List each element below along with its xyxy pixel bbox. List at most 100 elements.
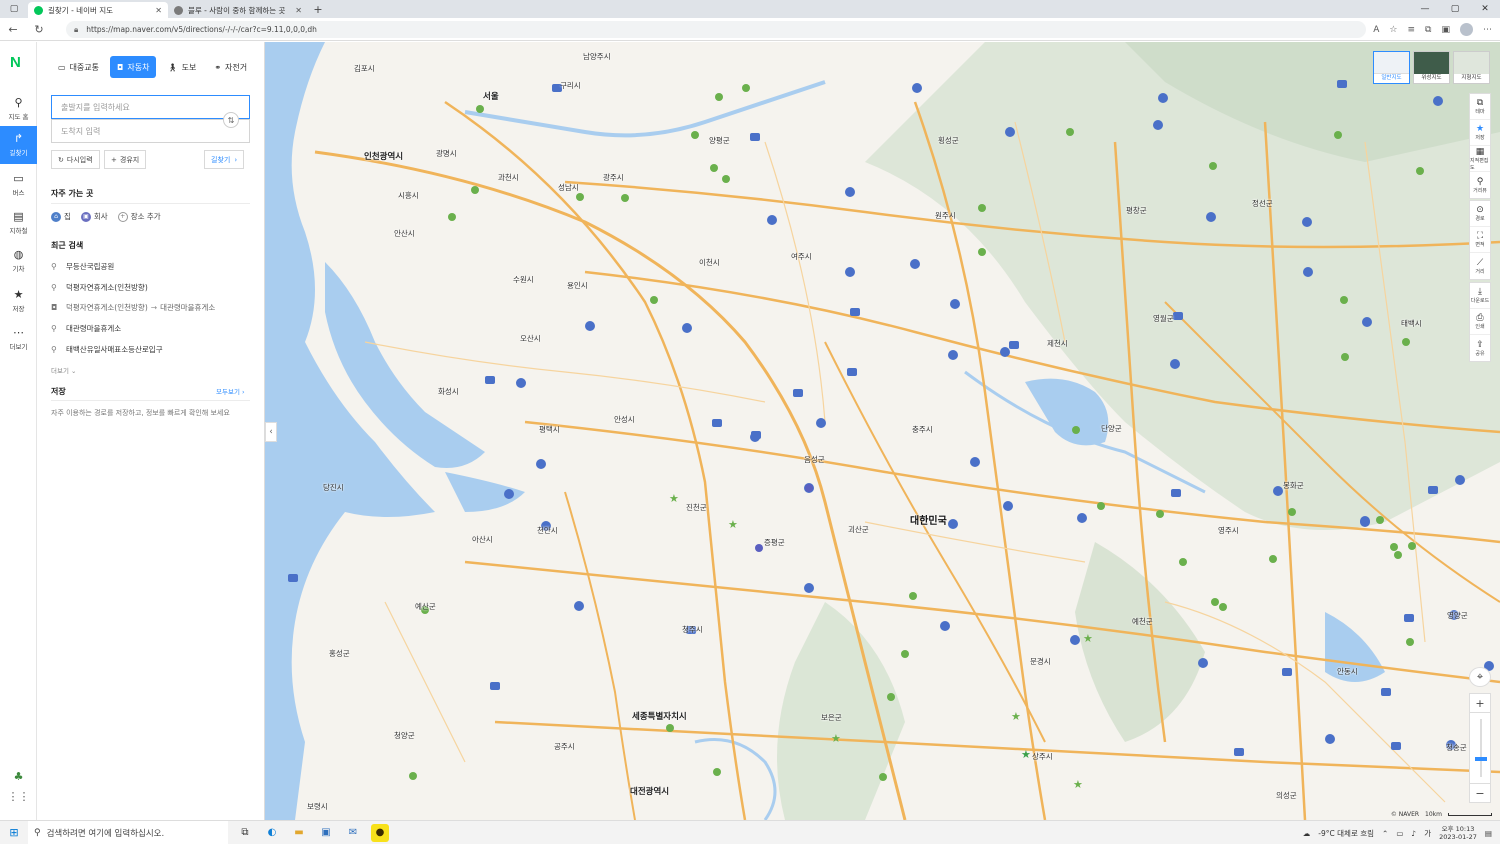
recent-item[interactable]: ⚲ 덕평자연휴게소(인천방향) xyxy=(51,282,148,293)
store-icon[interactable]: ▣ xyxy=(317,824,335,842)
browser-tab-blue[interactable]: 블루 - 사람이 중하 함께하는 곳 ✕ xyxy=(168,2,308,18)
file-explorer-icon[interactable]: ▬ xyxy=(290,824,308,842)
saved-view-all-link[interactable]: 모두보기 › xyxy=(216,386,245,396)
current-location-button[interactable]: ⌖ xyxy=(1469,667,1491,687)
frequent-work[interactable]: ▣ 회사 xyxy=(80,211,108,222)
destination-input[interactable]: 도착지 입력 xyxy=(51,119,250,143)
map-label-dangjin: 당진시 xyxy=(323,483,344,492)
favorites-icon[interactable]: ≡ xyxy=(1408,25,1416,35)
mail-icon[interactable]: ✉ xyxy=(344,824,362,842)
profile-avatar[interactable] xyxy=(1460,23,1473,36)
scale-label: 10km xyxy=(1425,811,1442,818)
tree-icon[interactable]: ♣ xyxy=(0,770,37,783)
origin-input[interactable]: 출발지를 입력하세요 xyxy=(51,95,250,119)
tab-public-transit[interactable]: ▭ 대중교통 xyxy=(51,56,106,78)
tool-area[interactable]: ⛶ 면적 xyxy=(1470,227,1490,253)
close-tab-icon[interactable]: ✕ xyxy=(295,6,302,15)
map-canvas[interactable]: ★ ★ ★ ★ ★ ★ ★ 김포시 서울 구리시 남양주시 인천광역시 광명시 … xyxy=(265,42,1500,820)
back-icon[interactable]: ← xyxy=(0,23,26,36)
tab-car[interactable]: ◘ 자동차 xyxy=(110,56,157,78)
naver-logo[interactable]: N xyxy=(10,54,28,72)
clock[interactable]: 오후 10:13 2023-01-27 xyxy=(1439,825,1477,841)
rail-item-bus[interactable]: ▭ 버스 xyxy=(0,166,37,204)
maximize-icon[interactable]: ▢ xyxy=(1440,0,1470,18)
map-label-asan: 아산시 xyxy=(472,535,493,544)
taskbar-search[interactable]: ⚲ 검색하려면 여기에 입력하십시오. xyxy=(28,820,228,845)
zoom-in-button[interactable]: + xyxy=(1469,693,1491,713)
recent-route-item[interactable]: ◘ 덕평자연휴게소(인천방향) → 대관령마을휴게소 xyxy=(51,302,215,313)
rail-item-train[interactable]: ◍ 기차 xyxy=(0,242,37,280)
map-type-satellite[interactable]: 위성지도 xyxy=(1413,51,1450,84)
add-place-button[interactable]: + 장소 추가 xyxy=(117,211,161,222)
rail-item-saved[interactable]: ★ 저장 xyxy=(0,282,37,320)
swap-icon[interactable]: ⇅ xyxy=(223,112,239,128)
tab-actions-icon[interactable]: ▢ xyxy=(0,0,28,18)
collapse-panel-button[interactable]: ‹ xyxy=(265,422,277,442)
edge-icon[interactable]: ◐ xyxy=(263,824,281,842)
volume-icon[interactable]: ♪ xyxy=(1411,829,1416,838)
windows-start-icon[interactable]: ⊞ xyxy=(0,826,28,839)
reset-button[interactable]: ↻ 다시입력 xyxy=(51,150,100,169)
collections-icon[interactable]: ⧉ xyxy=(1425,25,1431,35)
page-favicon-icon xyxy=(174,5,183,15)
read-aloud-icon[interactable]: A xyxy=(1373,25,1379,35)
tool-route[interactable]: ⊙ 경로 xyxy=(1470,201,1490,227)
task-view-icon[interactable]: ⧉ xyxy=(236,824,254,842)
destination-placeholder: 도착지 입력 xyxy=(61,126,101,136)
settings-more-icon[interactable]: ⋯ xyxy=(1483,25,1492,35)
map-type-normal[interactable]: 일반지도 xyxy=(1373,51,1410,84)
new-tab-button[interactable]: + xyxy=(308,3,328,16)
frequent-home[interactable]: ⌂ 집 xyxy=(51,211,71,222)
find-route-button[interactable]: 길찾기 › xyxy=(204,150,245,169)
tool-download[interactable]: ⤓ 다운로드 xyxy=(1470,283,1490,309)
tool-cadastral[interactable]: ▦ 지적편집도 xyxy=(1470,146,1490,172)
ime-indicator[interactable]: 가 xyxy=(1424,828,1431,839)
browser-tab-directions[interactable]: 길찾기 - 네이버 지도 ✕ xyxy=(28,2,168,18)
favorite-add-icon[interactable]: ☆ xyxy=(1389,25,1397,35)
svg-text:★: ★ xyxy=(1083,632,1093,645)
map-label-yeongju: 영주시 xyxy=(1218,526,1239,535)
map-label-chungju: 충주시 xyxy=(912,425,933,434)
rail-item-subway[interactable]: ▤ 지하철 xyxy=(0,204,37,242)
refresh-icon[interactable]: ↻ xyxy=(26,23,52,36)
recent-item[interactable]: ⚲ 무등산국립공원 xyxy=(51,261,114,272)
map-type-terrain[interactable]: 지형지도 xyxy=(1453,51,1490,84)
tool-share[interactable]: ⇪ 공유 xyxy=(1470,335,1490,361)
search-icon: ⚲ xyxy=(34,827,41,838)
add-waypoint-button[interactable]: + 경유지 xyxy=(104,150,147,169)
tool-print[interactable]: ⎙ 인쇄 xyxy=(1470,309,1490,335)
recent-item[interactable]: ⚲ 태백산유일사매표소등산로입구 xyxy=(51,344,163,355)
tool-saved[interactable]: ★ 저장 xyxy=(1470,120,1490,146)
minimize-icon[interactable]: — xyxy=(1410,0,1440,18)
tool-distance[interactable]: ⟋ 거리 xyxy=(1470,253,1490,279)
recent-item[interactable]: ⚲ 대관령마을휴게소 xyxy=(51,323,121,334)
tool-theme[interactable]: ⧉ 테마 xyxy=(1470,94,1490,120)
rail-item-more[interactable]: ⋯ 더보기 xyxy=(0,320,37,358)
notification-icon[interactable]: ▤ xyxy=(1485,829,1492,838)
zoom-slider[interactable] xyxy=(1469,713,1491,783)
rail-item-home[interactable]: ⚲ 지도 홈 xyxy=(0,90,37,128)
recent-more-link[interactable]: 더보기 ⌄ xyxy=(51,365,76,375)
map-label-cheongju: 청주시 xyxy=(682,625,703,634)
apps-grid-icon[interactable]: ⋮⋮ xyxy=(0,790,37,803)
zoom-out-button[interactable]: − xyxy=(1469,783,1491,803)
network-icon[interactable]: ▭ xyxy=(1396,829,1403,838)
extensions-icon[interactable]: ▣ xyxy=(1441,25,1450,35)
close-tab-icon[interactable]: ✕ xyxy=(155,6,162,15)
tab-walk[interactable]: 🚶︎ 도보 xyxy=(160,56,203,78)
tool-label: 다운로드 xyxy=(1470,298,1490,304)
tab-bicycle[interactable]: ⚭ 자전거 xyxy=(207,56,254,78)
weather-text[interactable]: -9°C 대체로 흐림 xyxy=(1318,828,1374,839)
svg-text:★: ★ xyxy=(728,518,738,531)
map-label-hongseong: 홍성군 xyxy=(329,649,350,658)
close-window-icon[interactable]: ✕ xyxy=(1470,0,1500,18)
map-label-korea: 대한민국 xyxy=(910,516,947,527)
normal-map-thumb xyxy=(1374,52,1409,74)
zoom-knob[interactable] xyxy=(1475,757,1487,761)
map-label-jeungpyeong: 증평군 xyxy=(764,538,785,547)
chevron-up-icon[interactable]: ⌃ xyxy=(1382,829,1388,838)
tool-street-view[interactable]: ⚲ 거리뷰 xyxy=(1470,172,1490,198)
kakaotalk-icon[interactable]: ● xyxy=(371,823,389,842)
rail-item-directions[interactable]: ↱ 길찾기 xyxy=(0,126,37,164)
url-bar[interactable]: 🔒︎ https://map.naver.com/v5/directions/-… xyxy=(66,21,1366,38)
